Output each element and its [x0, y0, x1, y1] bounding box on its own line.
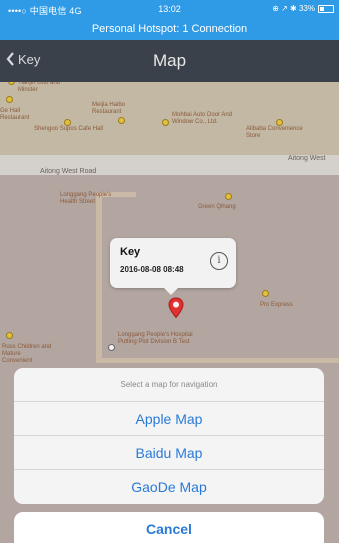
- page-title: Map: [152, 51, 187, 70]
- callout-timestamp: 2016-08-08 08:48: [120, 265, 184, 274]
- poi-label: Shengoo Supos Cafe Hall: [34, 126, 104, 132]
- road-label-right: Aitong West: [288, 155, 326, 162]
- poi-marker-icon[interactable]: [262, 290, 269, 297]
- poi-marker-icon[interactable]: [225, 193, 232, 200]
- poi-label: Longgang People's Hospital Putting Plot …: [118, 332, 193, 345]
- road-label-main: Aitong West Road: [40, 168, 97, 175]
- poi-label: Ge Hall Restaurant: [0, 108, 30, 121]
- poi-marker-icon[interactable]: [6, 96, 13, 103]
- poi-marker-icon[interactable]: [118, 117, 125, 124]
- apple-map-button[interactable]: Apple Map: [14, 402, 324, 436]
- map-street-horizontal: [96, 358, 339, 363]
- action-sheet-title: Select a map for navigation: [14, 368, 324, 402]
- poi-label: Alibaba Convenience Store: [246, 126, 303, 139]
- baidu-map-button[interactable]: Baidu Map: [14, 436, 324, 470]
- action-sheet: Select a map for navigation Apple Map Ba…: [14, 368, 324, 504]
- poi-label: Ross Children and Mature Convenient: [2, 344, 52, 364]
- poi-marker-icon[interactable]: [162, 119, 169, 126]
- poi-label: Green Qihang: [198, 204, 236, 210]
- info-circle-icon[interactable]: i: [210, 252, 228, 270]
- poi-label: Mohbai Auto Door And Window Co., Ltd.: [172, 112, 233, 125]
- hotspot-banner[interactable]: Personal Hotspot: 1 Connection: [0, 23, 339, 35]
- location-callout[interactable]: Key 2016-08-08 08:48 i: [110, 238, 236, 295]
- map-pin-icon[interactable]: [168, 297, 184, 319]
- cancel-button[interactable]: Cancel: [14, 512, 324, 543]
- map-street-vertical: [96, 192, 102, 362]
- poi-marker-icon[interactable]: [64, 119, 71, 126]
- poi-marker-icon[interactable]: [6, 332, 13, 339]
- gaode-map-button[interactable]: GaoDe Map: [14, 470, 324, 504]
- battery-icon: [318, 5, 334, 13]
- callout-title: Key: [120, 246, 141, 258]
- nav-bar: Key Map: [0, 40, 339, 82]
- status-bar: ••••○ 中国电信 4G 13:02 ⊕ ↗ ✱ 33% Personal H…: [0, 0, 339, 40]
- screen: ••••○ 中国电信 4G 13:02 ⊕ ↗ ✱ 33% Personal H…: [0, 0, 339, 543]
- poi-label: Tianjin Guo and Minster: [18, 82, 61, 93]
- poi-label: Meijia Haibo Restaurant: [92, 102, 126, 115]
- poi-label: Longgang People's Health Street: [60, 192, 112, 205]
- poi-marker-icon[interactable]: [276, 119, 283, 126]
- status-indicators: ⊕ ↗ ✱ 33%: [272, 4, 315, 13]
- poi-marker-icon[interactable]: [108, 344, 115, 351]
- poi-label: Pro Express: [260, 302, 293, 308]
